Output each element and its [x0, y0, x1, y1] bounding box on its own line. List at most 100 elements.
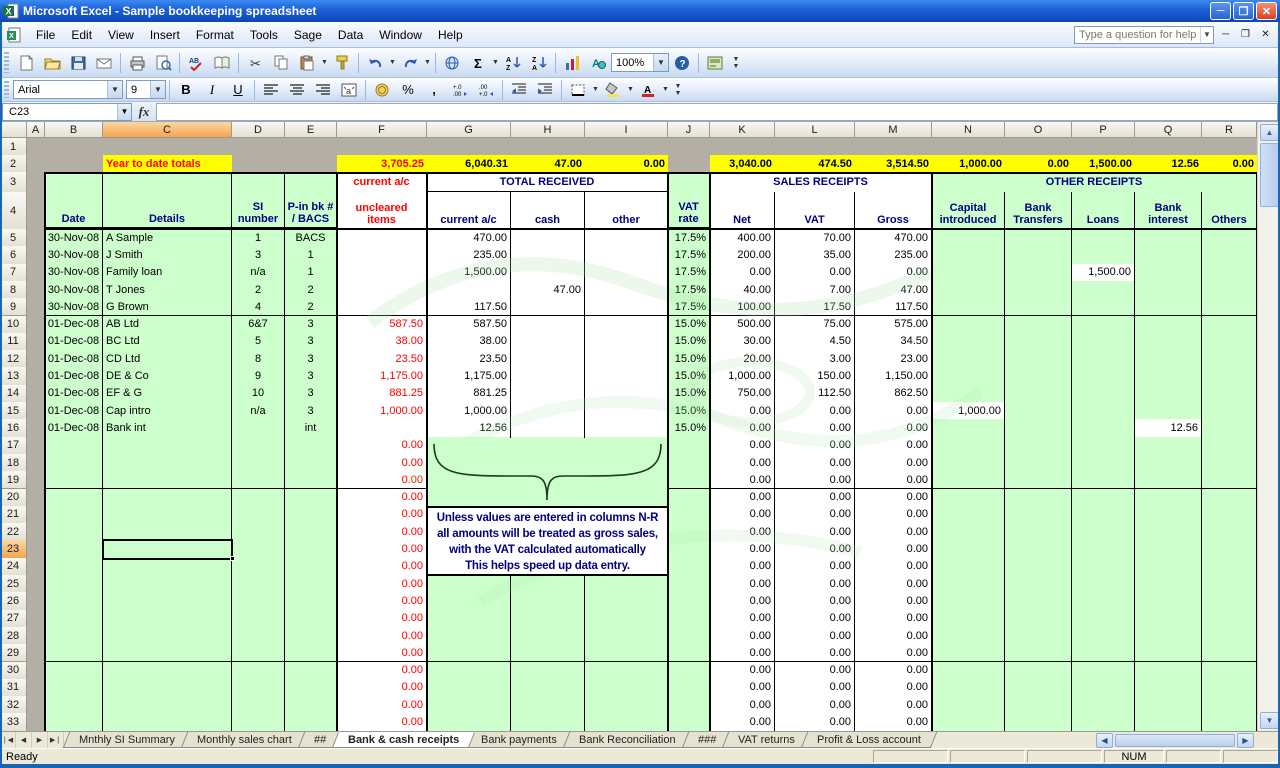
next-sheet-button[interactable]: ▶ [32, 732, 48, 748]
cell-K20[interactable]: 0.00 [710, 489, 775, 507]
save-icon[interactable] [66, 52, 90, 74]
cell-B29[interactable] [45, 644, 103, 662]
cell-B14[interactable]: 01-Dec-08 [45, 385, 103, 403]
cell-O24[interactable] [1005, 558, 1072, 576]
cell-N13[interactable] [932, 367, 1005, 385]
cell-G9[interactable]: 117.50 [427, 298, 511, 316]
cell-C12[interactable]: CD Ltd [103, 350, 232, 368]
row-header-21[interactable]: 21 [0, 506, 27, 524]
cell-E26[interactable] [285, 592, 337, 610]
cell-E6[interactable]: 1 [285, 246, 337, 264]
cell-N17[interactable] [932, 437, 1005, 455]
cell-M29[interactable]: 0.00 [855, 644, 932, 662]
cell-I9[interactable] [585, 298, 668, 316]
cell-D5[interactable]: 1 [232, 229, 285, 247]
cell-M5[interactable]: 470.00 [855, 229, 932, 247]
cell-L8[interactable]: 7.00 [775, 281, 855, 299]
cell-I8[interactable] [585, 281, 668, 299]
column-header-K[interactable]: K [710, 122, 775, 138]
cell-Q29[interactable] [1135, 644, 1202, 662]
cell-K18[interactable]: 0.00 [710, 454, 775, 472]
cell-J5[interactable]: 17.5% [668, 229, 710, 247]
close-button[interactable]: ✕ [1256, 2, 1277, 20]
cell-M25[interactable]: 0.00 [855, 575, 932, 593]
cell-P19[interactable] [1072, 471, 1135, 489]
cell-O26[interactable] [1005, 592, 1072, 610]
cell-J12[interactable]: 15.0% [668, 350, 710, 368]
cell-J14[interactable]: 15.0% [668, 385, 710, 403]
cell-O33[interactable] [1005, 713, 1072, 731]
menu-data[interactable]: Data [330, 25, 371, 45]
cell-I26[interactable] [585, 592, 668, 610]
merge-center-icon[interactable]: a [337, 79, 361, 101]
cell-O27[interactable] [1005, 610, 1072, 628]
cell-J16[interactable]: 15.0% [668, 419, 710, 437]
row-header-3[interactable]: 3 [0, 172, 27, 193]
cell-N26[interactable] [932, 592, 1005, 610]
cell-I6[interactable] [585, 246, 668, 264]
cell-F31[interactable]: 0.00 [337, 679, 427, 697]
column-header-A[interactable]: A [27, 122, 45, 138]
cell-M17[interactable]: 0.00 [855, 437, 932, 455]
cell-Q2[interactable]: 12.56 [1135, 155, 1202, 172]
cell-E23[interactable] [285, 540, 337, 558]
sort-descending-icon[interactable]: ZA [527, 52, 551, 74]
cell-R32[interactable] [1202, 696, 1257, 714]
cell-P18[interactable] [1072, 454, 1135, 472]
help-icon[interactable]: ? [670, 52, 694, 74]
cell-J11[interactable]: 15.0% [668, 333, 710, 351]
cell-G33[interactable] [427, 713, 511, 731]
cell-L23[interactable]: 0.00 [775, 540, 855, 558]
row-header-15[interactable]: 15 [0, 402, 27, 420]
cell-D11[interactable]: 5 [232, 333, 285, 351]
cell-R28[interactable] [1202, 627, 1257, 645]
cell-O8[interactable] [1005, 281, 1072, 299]
cell-K23[interactable]: 0.00 [710, 540, 775, 558]
cell-C33[interactable] [103, 713, 232, 731]
cell-Q7[interactable] [1135, 264, 1202, 282]
row-header-24[interactable]: 24 [0, 558, 27, 576]
redo-icon[interactable] [398, 52, 422, 74]
row-header-32[interactable]: 32 [0, 696, 27, 714]
cell-D33[interactable] [232, 713, 285, 731]
cell-M19[interactable]: 0.00 [855, 471, 932, 489]
cell-C5[interactable]: A Sample [103, 229, 232, 247]
cell-H6[interactable] [511, 246, 585, 264]
cell-M7[interactable]: 0.00 [855, 264, 932, 282]
cell-C30[interactable] [103, 662, 232, 680]
cell-E8[interactable]: 2 [285, 281, 337, 299]
cell-N24[interactable] [932, 558, 1005, 576]
cell-Q12[interactable] [1135, 350, 1202, 368]
cell-F6[interactable] [337, 246, 427, 264]
hscroll-right-button[interactable]: ▶ [1237, 733, 1254, 748]
cell-J27[interactable] [668, 610, 710, 628]
cell-G13[interactable]: 1,175.00 [427, 367, 511, 385]
cell-B23[interactable] [45, 540, 103, 558]
cell-L14[interactable]: 112.50 [775, 385, 855, 403]
cell-B5[interactable]: 30-Nov-08 [45, 229, 103, 247]
cell-K7[interactable]: 0.00 [710, 264, 775, 282]
cell-C7[interactable]: Family loan [103, 264, 232, 282]
cell-R16[interactable] [1202, 419, 1257, 437]
name-box-dropdown-arrow[interactable]: ▼ [117, 104, 131, 120]
cell-B21[interactable] [45, 506, 103, 524]
cell-R6[interactable] [1202, 246, 1257, 264]
column-header-N[interactable]: N [932, 122, 1005, 138]
cell-M16[interactable]: 0.00 [855, 419, 932, 437]
cell-H25[interactable] [511, 575, 585, 593]
first-sheet-button[interactable]: ❘◀ [0, 732, 16, 748]
cell-F22[interactable]: 0.00 [337, 523, 427, 541]
cell-D16[interactable] [232, 419, 285, 437]
cell-J23[interactable] [668, 540, 710, 558]
cell-O12[interactable] [1005, 350, 1072, 368]
cell-N31[interactable] [932, 679, 1005, 697]
cell-B32[interactable] [45, 696, 103, 714]
cell-L32[interactable]: 0.00 [775, 696, 855, 714]
cell-H28[interactable] [511, 627, 585, 645]
cell-K28[interactable]: 0.00 [710, 627, 775, 645]
cell-G28[interactable] [427, 627, 511, 645]
cell-F21[interactable]: 0.00 [337, 506, 427, 524]
cell-F14[interactable]: 881.25 [337, 385, 427, 403]
active-cell-selection[interactable] [102, 539, 233, 559]
cell-L22[interactable]: 0.00 [775, 523, 855, 541]
